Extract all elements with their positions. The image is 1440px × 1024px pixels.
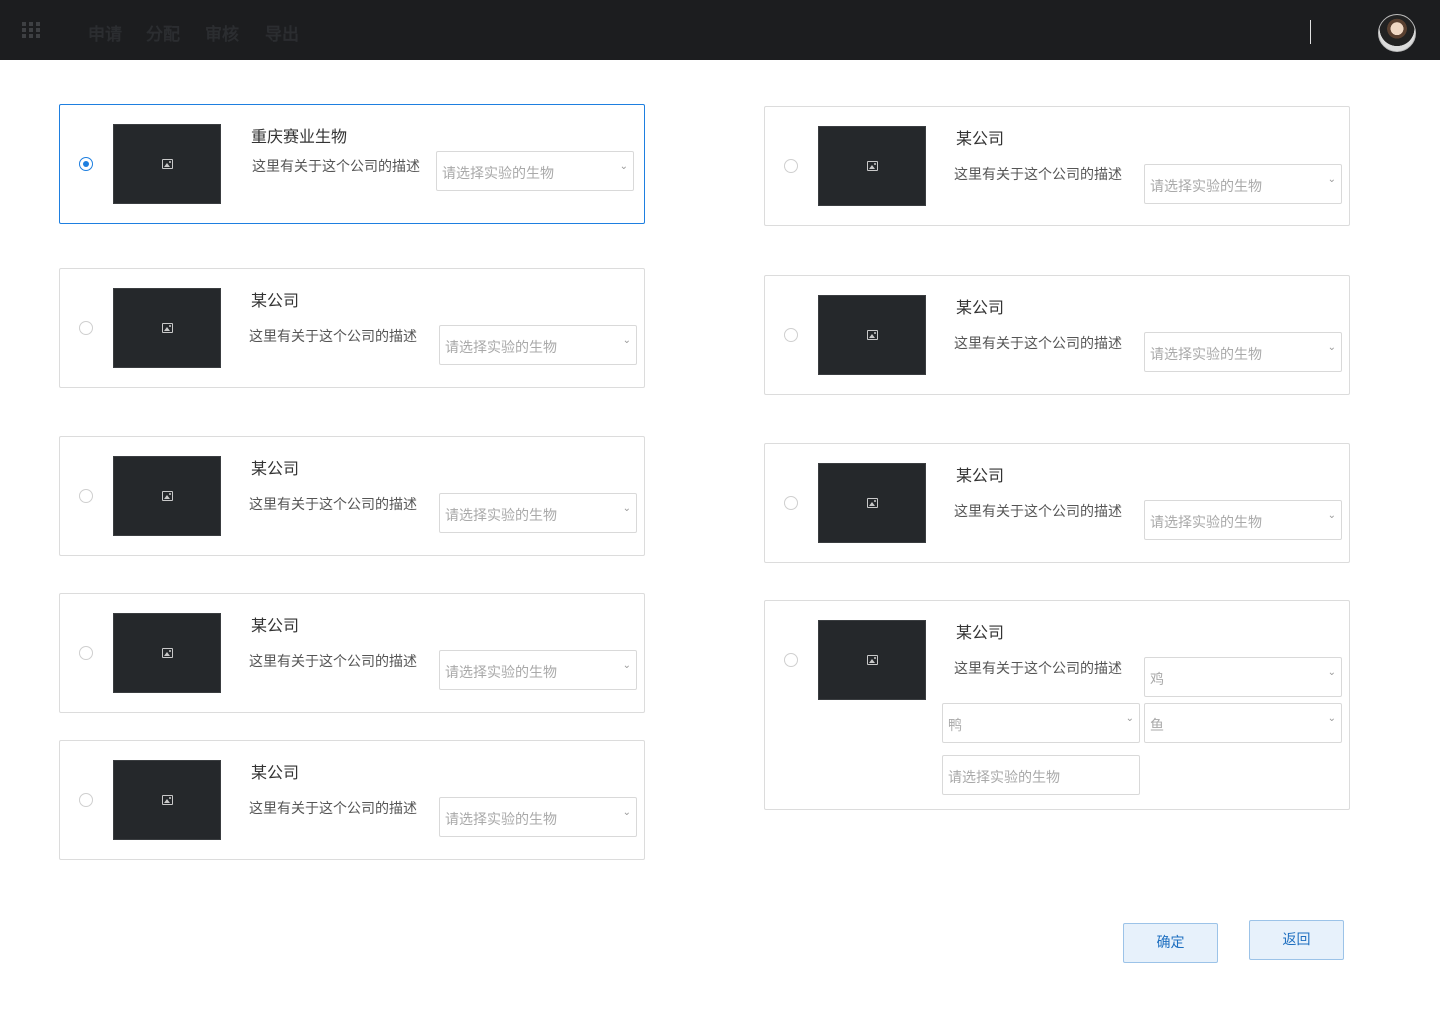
- image-placeholder-icon: [867, 161, 878, 171]
- organism-input[interactable]: 请选择实验的生物: [942, 755, 1140, 795]
- company-radio[interactable]: [784, 328, 798, 342]
- chevron-down-icon: ⌄: [1327, 667, 1336, 678]
- company-card-5[interactable]: 某公司 这里有关于这个公司的描述 请选择实验的生物 ⌄: [764, 106, 1350, 226]
- company-description: 这里有关于这个公司的描述: [249, 329, 417, 345]
- chevron-down-icon: ⌄: [622, 807, 631, 818]
- chevron-down-icon: ⌄: [622, 660, 631, 671]
- organism-select[interactable]: 请选择实验的生物 ⌄: [439, 797, 637, 837]
- company-card-3[interactable]: 某公司 这里有关于这个公司的描述 请选择实验的生物 ⌄: [59, 593, 645, 713]
- company-card-2[interactable]: 某公司 这里有关于这个公司的描述 请选择实验的生物 ⌄: [59, 436, 645, 556]
- select-placeholder: 请选择实验的生物: [445, 812, 557, 828]
- company-title: 某公司: [251, 763, 300, 782]
- back-button[interactable]: 返回: [1249, 920, 1344, 960]
- chevron-down-icon: ⌄: [1327, 174, 1336, 185]
- company-radio[interactable]: [79, 321, 93, 335]
- organism-select[interactable]: 请选择实验的生物 ⌄: [1144, 164, 1342, 204]
- select-placeholder: 请选择实验的生物: [445, 508, 557, 524]
- select-placeholder: 请选择实验的生物: [1150, 347, 1262, 363]
- company-description: 这里有关于这个公司的描述: [249, 801, 417, 817]
- company-radio[interactable]: [784, 496, 798, 510]
- chevron-down-icon: ⌄: [1327, 510, 1336, 521]
- image-placeholder-icon: [162, 323, 173, 333]
- user-avatar[interactable]: [1378, 14, 1416, 52]
- organism-select[interactable]: 请选择实验的生物 ⌄: [436, 151, 634, 191]
- nav-item-apply[interactable]: 申请: [88, 20, 122, 45]
- select-value: 鸡: [1150, 672, 1164, 688]
- company-title: 重庆赛业生物: [251, 127, 348, 146]
- company-radio[interactable]: [784, 653, 798, 667]
- company-thumbnail: [113, 124, 221, 204]
- company-thumbnail: [113, 760, 221, 840]
- company-thumbnail: [818, 126, 926, 206]
- organism-select[interactable]: 请选择实验的生物 ⌄: [1144, 500, 1342, 540]
- company-radio[interactable]: [79, 489, 93, 503]
- organism-select[interactable]: 请选择实验的生物 ⌄: [439, 325, 637, 365]
- nav-item-review[interactable]: 审核: [205, 20, 239, 45]
- organism-select-chicken[interactable]: 鸡 ⌄: [1144, 657, 1342, 697]
- company-thumbnail: [113, 456, 221, 536]
- company-card-1[interactable]: 某公司 这里有关于这个公司的描述 请选择实验的生物 ⌄: [59, 268, 645, 388]
- organism-select[interactable]: 请选择实验的生物 ⌄: [439, 650, 637, 690]
- image-placeholder-icon: [867, 655, 878, 665]
- chevron-down-icon: ⌄: [622, 503, 631, 514]
- select-placeholder: 请选择实验的生物: [442, 166, 554, 182]
- organism-select-duck[interactable]: 鸭 ⌄: [942, 703, 1140, 743]
- select-value: 鸭: [948, 718, 962, 734]
- chevron-down-icon: ⌄: [619, 161, 628, 172]
- company-description: 这里有关于这个公司的描述: [252, 159, 420, 175]
- company-card-0[interactable]: 重庆赛业生物 这里有关于这个公司的描述 请选择实验的生物 ⌄: [59, 104, 645, 224]
- confirm-button[interactable]: 确定: [1123, 923, 1218, 963]
- company-card-4[interactable]: 某公司 这里有关于这个公司的描述 请选择实验的生物 ⌄: [59, 740, 645, 860]
- company-title: 某公司: [956, 623, 1005, 642]
- image-placeholder-icon: [162, 159, 173, 169]
- company-description: 这里有关于这个公司的描述: [954, 336, 1122, 352]
- nav-item-export[interactable]: 导出: [265, 20, 299, 45]
- company-thumbnail: [818, 620, 926, 700]
- company-radio[interactable]: [79, 646, 93, 660]
- input-placeholder: 请选择实验的生物: [948, 770, 1060, 786]
- company-radio[interactable]: [79, 793, 93, 807]
- organism-select-fish[interactable]: 鱼 ⌄: [1144, 703, 1342, 743]
- select-placeholder: 请选择实验的生物: [1150, 515, 1262, 531]
- company-card-7[interactable]: 某公司 这里有关于这个公司的描述 请选择实验的生物 ⌄: [764, 443, 1350, 563]
- company-card-6[interactable]: 某公司 这里有关于这个公司的描述 请选择实验的生物 ⌄: [764, 275, 1350, 395]
- chevron-down-icon: ⌄: [1327, 713, 1336, 724]
- company-radio[interactable]: [784, 159, 798, 173]
- company-title: 某公司: [251, 459, 300, 478]
- image-placeholder-icon: [867, 330, 878, 340]
- company-description: 这里有关于这个公司的描述: [954, 661, 1122, 677]
- select-placeholder: 请选择实验的生物: [445, 665, 557, 681]
- top-navigation-bar: 申请 分配 审核 导出: [0, 0, 1440, 60]
- company-thumbnail: [818, 295, 926, 375]
- company-title: 某公司: [251, 291, 300, 310]
- company-radio[interactable]: [79, 157, 93, 171]
- company-thumbnail: [113, 613, 221, 693]
- company-title: 某公司: [251, 616, 300, 635]
- image-placeholder-icon: [867, 498, 878, 508]
- image-placeholder-icon: [162, 648, 173, 658]
- company-description: 这里有关于这个公司的描述: [954, 504, 1122, 520]
- company-description: 这里有关于这个公司的描述: [954, 167, 1122, 183]
- organism-select[interactable]: 请选择实验的生物 ⌄: [439, 493, 637, 533]
- app-grid-icon[interactable]: [22, 22, 40, 38]
- company-title: 某公司: [956, 298, 1005, 317]
- header-divider: [1310, 20, 1311, 44]
- company-thumbnail: [113, 288, 221, 368]
- chevron-down-icon: ⌄: [1125, 713, 1134, 724]
- image-placeholder-icon: [162, 795, 173, 805]
- chevron-down-icon: ⌄: [622, 335, 631, 346]
- company-title: 某公司: [956, 466, 1005, 485]
- image-placeholder-icon: [162, 491, 173, 501]
- select-placeholder: 请选择实验的生物: [445, 340, 557, 356]
- company-description: 这里有关于这个公司的描述: [249, 497, 417, 513]
- company-title: 某公司: [956, 129, 1005, 148]
- select-value: 鱼: [1150, 718, 1164, 734]
- nav-item-assign[interactable]: 分配: [146, 20, 180, 45]
- select-placeholder: 请选择实验的生物: [1150, 179, 1262, 195]
- company-thumbnail: [818, 463, 926, 543]
- chevron-down-icon: ⌄: [1327, 342, 1336, 353]
- organism-select[interactable]: 请选择实验的生物 ⌄: [1144, 332, 1342, 372]
- company-card-8[interactable]: 某公司 这里有关于这个公司的描述 鸡 ⌄ 鸭 ⌄ 鱼 ⌄ 请选择实验的生物: [764, 600, 1350, 810]
- company-description: 这里有关于这个公司的描述: [249, 654, 417, 670]
